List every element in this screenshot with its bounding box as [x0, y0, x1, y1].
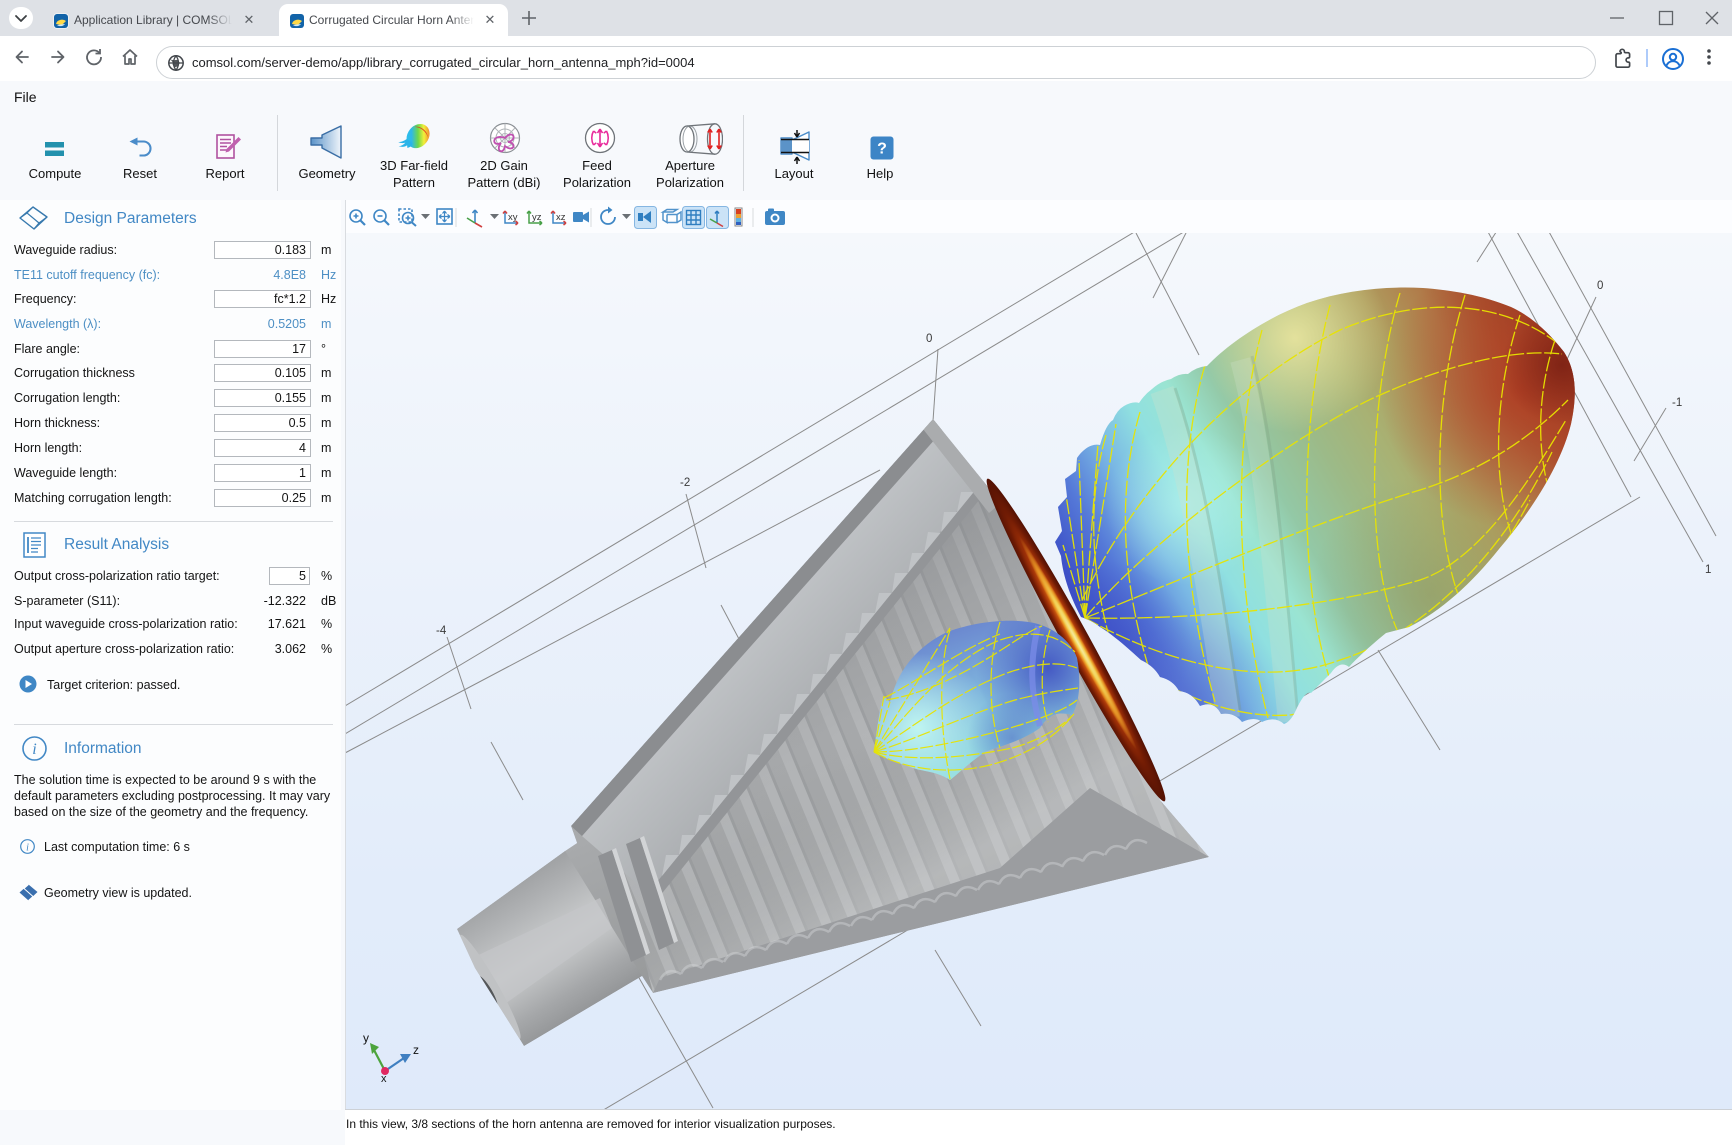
- svg-text:0: 0: [926, 333, 932, 345]
- svg-text:xy: xy: [508, 212, 518, 223]
- svg-text:1: 1: [1705, 564, 1711, 576]
- svg-text:z: z: [413, 1043, 419, 1057]
- svg-text:i: i: [32, 741, 36, 758]
- svg-text:xz: xz: [556, 212, 566, 223]
- svg-text:x: x: [381, 1073, 387, 1085]
- svg-text:y: y: [363, 1031, 369, 1045]
- svg-text:-2: -2: [680, 477, 690, 489]
- svg-text:yz: yz: [532, 212, 542, 223]
- svg-text:i: i: [26, 843, 29, 854]
- svg-text:0: 0: [1597, 280, 1603, 292]
- svg-text:-4: -4: [436, 625, 447, 637]
- svg-text:-1: -1: [1672, 397, 1682, 409]
- svg-text:?: ?: [877, 141, 887, 158]
